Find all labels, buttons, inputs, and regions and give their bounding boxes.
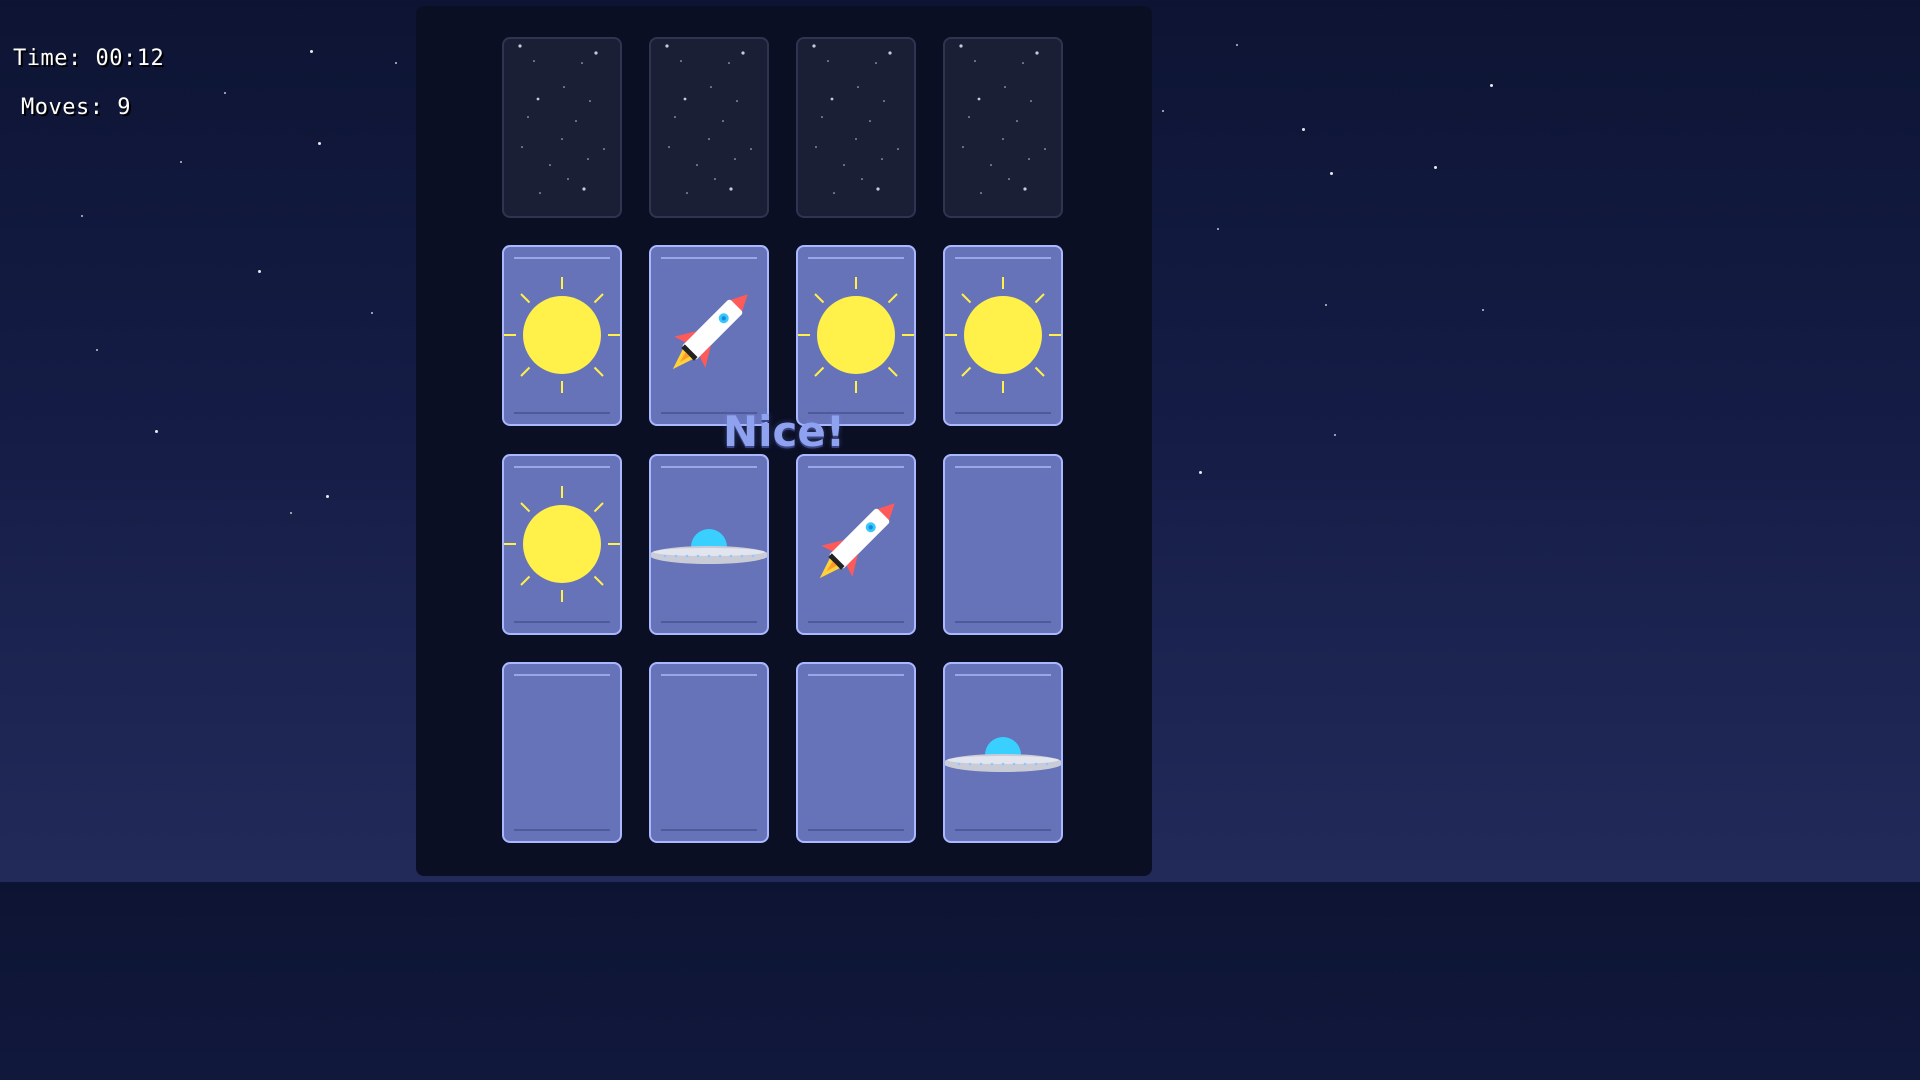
card-ufo[interactable] <box>649 454 769 635</box>
star-dot <box>1302 128 1305 131</box>
card-moon[interactable] <box>943 454 1063 635</box>
sun-icon <box>504 486 620 602</box>
card-rocket[interactable] <box>796 454 916 635</box>
moon-icon <box>661 696 752 810</box>
starfield-pattern <box>665 44 752 194</box>
moon-icon <box>955 488 1046 602</box>
star-dot <box>326 495 329 498</box>
moon-icon <box>514 696 605 810</box>
star-dot <box>1325 304 1327 306</box>
star-dot <box>81 215 83 217</box>
star-dot <box>1236 44 1238 46</box>
card-sun[interactable] <box>502 454 622 635</box>
star-dot <box>310 50 313 53</box>
card-facedown[interactable] <box>943 37 1063 218</box>
star-dot <box>224 92 226 94</box>
star-dot <box>1199 471 1202 474</box>
ufo-icon <box>651 529 767 564</box>
star-dot <box>1434 166 1437 169</box>
star-dot <box>1162 110 1164 112</box>
card-sun[interactable] <box>796 245 916 426</box>
card-moon[interactable] <box>796 662 916 843</box>
star-dot <box>1334 434 1336 436</box>
star-dot <box>1482 309 1484 311</box>
star-dot <box>155 430 158 433</box>
card-ufo[interactable] <box>943 662 1063 843</box>
star-dot <box>290 512 292 514</box>
star-dot <box>318 142 321 145</box>
card-facedown[interactable] <box>649 37 769 218</box>
star-dot <box>1330 172 1333 175</box>
card-rocket[interactable] <box>649 245 769 426</box>
star-dot <box>371 312 373 314</box>
game-board <box>416 6 1152 876</box>
starfield-pattern <box>518 44 605 194</box>
card-sun[interactable] <box>943 245 1063 426</box>
timer-display: Time: 00:12 <box>13 46 165 71</box>
rocket-icon <box>672 294 748 370</box>
starfield-pattern <box>812 44 899 194</box>
rocket-icon <box>819 503 895 579</box>
moon-icon <box>808 696 899 810</box>
card-facedown[interactable] <box>502 37 622 218</box>
star-dot <box>180 161 182 163</box>
star-dot <box>1217 228 1219 230</box>
star-dot <box>96 349 98 351</box>
ufo-icon <box>945 737 1061 772</box>
sun-icon <box>504 277 620 393</box>
card-sun[interactable] <box>502 245 622 426</box>
star-dot <box>395 62 397 64</box>
card-moon[interactable] <box>502 662 622 843</box>
card-facedown[interactable] <box>796 37 916 218</box>
moves-counter: Moves: 9 <box>21 95 131 120</box>
star-dot <box>1490 84 1493 87</box>
card-moon[interactable] <box>649 662 769 843</box>
star-dot <box>258 270 261 273</box>
starfield-pattern <box>959 44 1046 194</box>
sun-icon <box>798 277 914 393</box>
sun-icon <box>945 277 1061 393</box>
